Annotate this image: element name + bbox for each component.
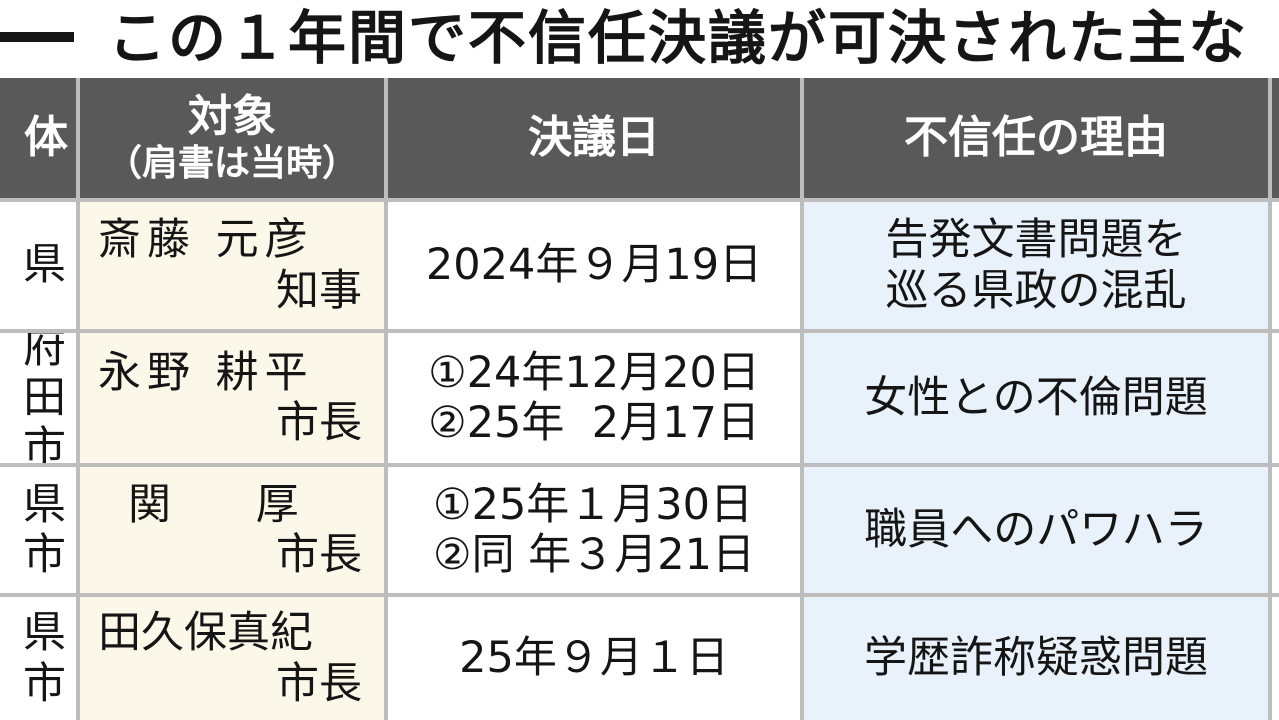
table-row-2-municipality: 府 田市: [0, 333, 76, 463]
table-row-3-extra: [1272, 467, 1279, 593]
header-reason: 不信任の理由: [804, 78, 1268, 198]
header-municipality: 体: [0, 78, 76, 198]
table-row-4-municipality: 県 市: [0, 597, 76, 720]
table-row-1-reason: 告発文書問題を 巡る県政の混乱: [804, 202, 1268, 329]
table-row-3-reason: 職員へのパワハラ: [804, 467, 1268, 593]
data-table: 体 対象 （肩書は当時） 決議日 不信任の理由 県 斎藤 元彦 知事 2024年…: [0, 78, 1279, 720]
header-extra: [1272, 78, 1279, 198]
table-row-4-date: 25年９月１日: [388, 597, 800, 720]
target-name: 永野 耕平: [98, 347, 314, 398]
table-row-2-reason: 女性との不倫問題: [804, 333, 1268, 463]
table-row-4-target: 田久保真紀 市長: [80, 597, 384, 720]
table-row-2-target: 永野 耕平 市長: [80, 333, 384, 463]
target-name: 関 厚: [128, 479, 305, 530]
target-position: 知事: [276, 265, 362, 316]
table-row-1-municipality: 県: [0, 202, 76, 329]
title-bar: この１年間で不信任決議が可決された主な: [0, 0, 1279, 78]
target-name: 田久保真紀: [98, 608, 313, 659]
target-name: 斎藤 元彦: [98, 215, 314, 266]
target-position: 市長: [276, 530, 362, 580]
table-row-3-date: ①25年１月30日 ②同 年３月21日: [388, 467, 800, 593]
table-row-4-extra: [1272, 597, 1279, 720]
target-position: 市長: [276, 398, 362, 448]
title-rule: [0, 32, 74, 42]
table-row-1-date: 2024年９月19日: [388, 202, 800, 329]
table-row-2-date: ①24年12月20日 ②25年 2月17日: [388, 333, 800, 463]
table-row-3-municipality: 県 市: [0, 467, 76, 593]
header-date: 決議日: [388, 78, 800, 198]
header-target: 対象 （肩書は当時）: [80, 78, 384, 198]
table-row-1-extra: [1272, 202, 1279, 329]
table-row-3-target: 関 厚 市長: [80, 467, 384, 593]
page-title: この１年間で不信任決議が可決された主な: [108, 4, 1249, 72]
table-row-4-reason: 学歴詐称疑惑問題: [804, 597, 1268, 720]
table-row-2-extra: [1272, 333, 1279, 463]
table-row-1-target: 斎藤 元彦 知事: [80, 202, 384, 329]
target-position: 市長: [276, 658, 362, 709]
